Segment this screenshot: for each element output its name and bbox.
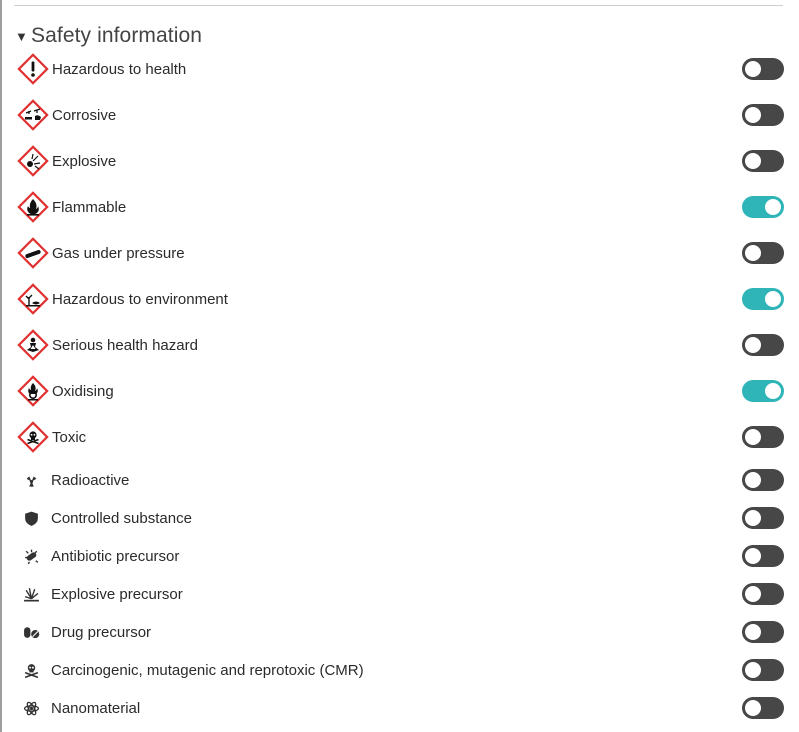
corrosive-toggle[interactable] — [742, 104, 784, 126]
safety-label: Explosive precursor — [51, 585, 183, 603]
drug-precursor-toggle[interactable] — [742, 621, 784, 643]
toggle-knob — [745, 153, 761, 169]
hazardous-to-health-toggle[interactable] — [742, 58, 784, 80]
safety-label: Carcinogenic, mutagenic and reprotoxic (… — [51, 661, 364, 679]
toxic-toggle[interactable] — [742, 426, 784, 448]
gas-cylinder-icon — [16, 236, 50, 270]
toggle-knob — [765, 199, 781, 215]
safety-row-radioactive: Radioactive — [16, 468, 784, 492]
toggle-knob — [745, 472, 761, 488]
exploding-bomb-icon — [16, 144, 50, 178]
safety-label: Controlled substance — [51, 509, 192, 527]
top-divider — [14, 5, 783, 6]
safety-label: Serious health hazard — [52, 336, 198, 354]
panel-left-border — [0, 0, 2, 732]
safety-row-explosive: Explosive — [16, 144, 784, 178]
radioactive-icon — [21, 470, 41, 490]
safety-label: Flammable — [52, 198, 127, 216]
health-hazard-icon — [16, 328, 50, 362]
toggle-knob — [745, 107, 761, 123]
exclamation-mark-icon — [16, 52, 50, 86]
toggle-knob — [765, 383, 781, 399]
safety-row-serious-health-hazard: Serious health hazard — [16, 328, 784, 362]
environment-icon — [16, 282, 50, 316]
safety-row-hazardous-to-environment: Hazardous to environment — [16, 282, 784, 316]
toggle-knob — [745, 510, 761, 526]
safety-row-cmr: Carcinogenic, mutagenic and reprotoxic (… — [16, 658, 784, 682]
safety-label: Gas under pressure — [52, 244, 185, 262]
toggle-knob — [745, 61, 761, 77]
safety-label: Nanomaterial — [51, 699, 141, 717]
safety-label: Hazardous to health — [52, 60, 187, 78]
safety-row-hazardous-to-health: Hazardous to health — [16, 52, 784, 86]
skull-crossbones-icon — [16, 420, 50, 454]
safety-row-explosive-precursor: Explosive precursor — [16, 582, 784, 606]
safety-row-flammable: Flammable — [16, 190, 784, 224]
safety-row-antibiotic-precursor: Antibiotic precursor — [16, 544, 784, 568]
safety-label: Radioactive — [51, 471, 130, 489]
skull-crossbones-icon — [21, 660, 41, 680]
controlled-substance-toggle[interactable] — [742, 507, 784, 529]
toggle-knob — [745, 586, 761, 602]
safety-label: Drug precursor — [51, 623, 152, 641]
toggle-knob — [745, 337, 761, 353]
toggle-knob — [765, 291, 781, 307]
safety-label: Antibiotic precursor — [51, 547, 180, 565]
section-title: Safety information — [31, 24, 203, 47]
safety-section-header[interactable]: ▼ Safety information — [15, 22, 202, 50]
safety-label: Corrosive — [52, 106, 117, 124]
safety-label: Toxic — [52, 428, 87, 446]
toggle-knob — [745, 662, 761, 678]
caret-down-icon: ▼ — [15, 28, 28, 44]
antibiotic-precursor-toggle[interactable] — [742, 545, 784, 567]
toggle-knob — [745, 624, 761, 640]
explosive-toggle[interactable] — [742, 150, 784, 172]
safety-row-drug-precursor: Drug precursor — [16, 620, 784, 644]
flame-icon — [16, 190, 50, 224]
safety-label: Oxidising — [52, 382, 114, 400]
safety-row-controlled-substance: Controlled substance — [16, 506, 784, 530]
safety-label: Hazardous to environment — [52, 290, 228, 308]
hazardous-to-environment-toggle[interactable] — [742, 288, 784, 310]
safety-row-toxic: Toxic — [16, 420, 784, 454]
serious-health-hazard-toggle[interactable] — [742, 334, 784, 356]
safety-row-nanomaterial: Nanomaterial — [16, 696, 784, 720]
bacteria-icon — [21, 546, 41, 566]
toggle-knob — [745, 548, 761, 564]
safety-row-oxidising: Oxidising — [16, 374, 784, 408]
explosion-icon — [21, 584, 41, 604]
atom-icon — [21, 698, 41, 718]
toggle-knob — [745, 245, 761, 261]
flame-over-circle-icon — [16, 374, 50, 408]
explosive-precursor-toggle[interactable] — [742, 583, 784, 605]
shield-icon — [21, 508, 41, 528]
flammable-toggle[interactable] — [742, 196, 784, 218]
radioactive-toggle[interactable] — [742, 469, 784, 491]
toggle-knob — [745, 700, 761, 716]
corrosive-icon — [16, 98, 50, 132]
safety-label: Explosive — [52, 152, 117, 170]
cmr-toggle[interactable] — [742, 659, 784, 681]
oxidising-toggle[interactable] — [742, 380, 784, 402]
safety-row-corrosive: Corrosive — [16, 98, 784, 132]
nanomaterial-toggle[interactable] — [742, 697, 784, 719]
toggle-knob — [745, 429, 761, 445]
pills-icon — [21, 622, 41, 642]
gas-under-pressure-toggle[interactable] — [742, 242, 784, 264]
safety-row-gas-under-pressure: Gas under pressure — [16, 236, 784, 270]
